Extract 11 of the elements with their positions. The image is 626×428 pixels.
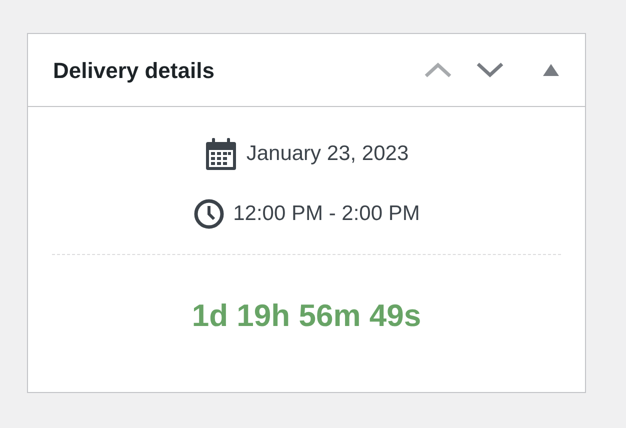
clock-icon [193,198,226,230]
metabox-title: Delivery details [53,56,214,85]
delivery-time-range: 12:00 PM - 2:00 PM [233,201,420,228]
move-down-button[interactable] [475,60,505,80]
chevron-up-icon [423,60,453,80]
calendar-icon [204,137,238,171]
toggle-panel-button[interactable] [543,64,559,76]
delivery-date: January 23, 2023 [246,141,409,168]
countdown-timer: 1d 19h 56m 49s [192,298,422,333]
chevron-down-icon [475,60,505,80]
triangle-up-icon [543,64,559,76]
